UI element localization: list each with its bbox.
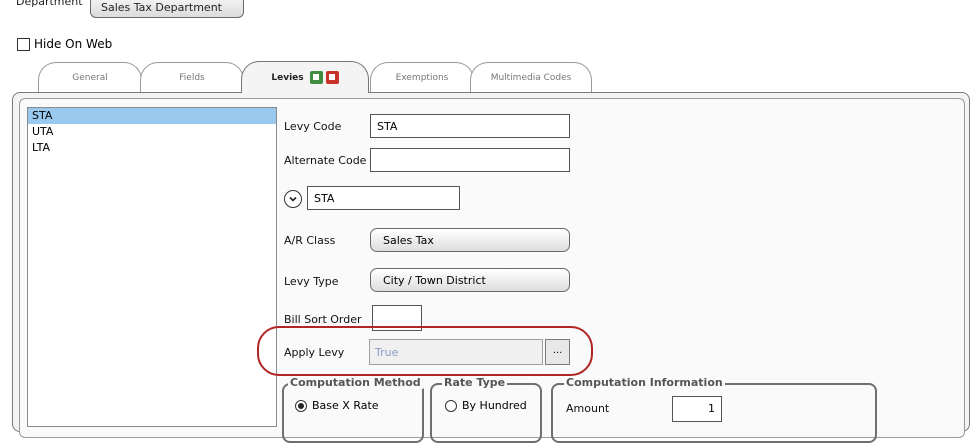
ar-class-dropdown[interactable]: Sales Tax [370, 228, 570, 252]
list-item[interactable]: LTA [28, 140, 276, 156]
by-hundred-label: By Hundred [462, 399, 527, 412]
apply-levy-highlight-ring [257, 326, 593, 376]
levy-code-field[interactable]: STA [370, 114, 570, 138]
list-item[interactable]: STA [28, 108, 276, 124]
tab-general-label: General [72, 72, 108, 83]
radio-dot[interactable] [295, 399, 307, 412]
remove-levy-icon[interactable] [325, 71, 339, 84]
department-label: Department [16, 0, 83, 8]
levy-type-dropdown[interactable]: City / Town District [370, 268, 570, 292]
tab-levies[interactable]: Levies [241, 61, 369, 93]
expand-chevron-icon[interactable] [284, 190, 302, 208]
computation-method-group [282, 383, 424, 443]
levy-type-label: Levy Type [284, 275, 339, 288]
radio-dot[interactable] [445, 399, 457, 412]
tab-exemptions-label: Exemptions [395, 72, 449, 83]
tab-fields[interactable]: Fields [140, 62, 244, 92]
add-levy-icon[interactable] [309, 71, 323, 84]
rate-type-group [430, 383, 542, 443]
tab-general[interactable]: General [38, 62, 142, 92]
list-item[interactable]: UTA [28, 124, 276, 140]
amount-field[interactable]: 1 [672, 396, 722, 422]
tab-exemptions[interactable]: Exemptions [370, 62, 474, 92]
checkbox-box[interactable] [17, 37, 30, 51]
alternate-code-label: Alternate Code [284, 154, 367, 167]
tab-levies-label: Levies [271, 72, 304, 83]
tab-multimedia-codes-label: Multimedia Codes [490, 72, 572, 83]
base-x-rate-label: Base X Rate [312, 399, 379, 412]
rate-type-title: Rate Type [442, 376, 508, 389]
expand-code-field[interactable]: STA [307, 186, 460, 210]
department-field[interactable]: Sales Tax Department [90, 0, 244, 18]
alternate-code-field[interactable] [370, 148, 570, 172]
tab-fields-label: Fields [179, 72, 205, 83]
ar-class-label: A/R Class [284, 234, 336, 247]
amount-label: Amount [566, 402, 610, 415]
computation-information-title: Computation Information [564, 376, 725, 389]
hide-on-web-label: Hide On Web [34, 37, 113, 51]
by-hundred-radio[interactable]: By Hundred [445, 399, 527, 412]
base-x-rate-radio[interactable]: Base X Rate [295, 399, 379, 412]
bill-sort-order-label: Bill Sort Order [284, 313, 362, 326]
tab-multimedia-codes[interactable]: Multimedia Codes [470, 62, 592, 92]
levy-code-label: Levy Code [284, 120, 342, 133]
levy-list[interactable]: STA UTA LTA [27, 107, 277, 427]
hide-on-web-checkbox[interactable]: Hide On Web [17, 37, 112, 51]
computation-method-title: Computation Method [288, 376, 423, 389]
